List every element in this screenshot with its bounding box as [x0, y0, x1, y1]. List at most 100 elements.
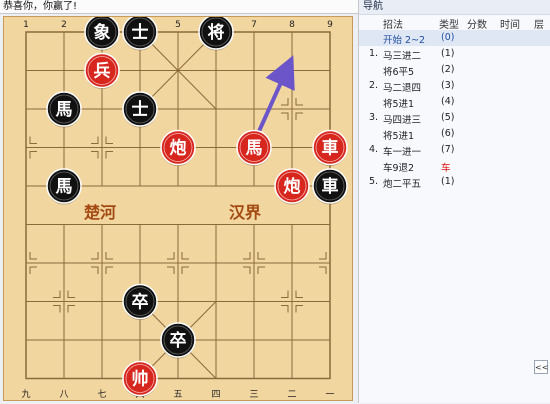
piece-label: 帅 [132, 369, 149, 390]
position-marker [105, 151, 113, 159]
position-marker [319, 266, 327, 274]
piece-black-horse-left[interactable]: 馬 [46, 91, 82, 128]
position-marker [91, 151, 99, 159]
position-marker [91, 252, 99, 260]
move-type: (1) [441, 48, 455, 59]
file-label-top: 8 [289, 20, 295, 30]
move-type: (5) [441, 112, 455, 123]
file-label-top: 1 [23, 20, 29, 30]
move-number: 4. [369, 144, 379, 155]
piece-label: 炮 [170, 138, 187, 159]
position-marker [181, 252, 189, 260]
position-marker [105, 136, 113, 144]
file-label-bottom: 一 [325, 390, 334, 400]
header-layer[interactable]: 层 [534, 16, 544, 31]
move-row[interactable]: 开始 2~2 (0) [359, 30, 550, 46]
header-type[interactable]: 类型 [439, 16, 459, 31]
move-row[interactable]: 车9退2 车 [359, 158, 550, 174]
piece-red-king[interactable]: 帅 [122, 360, 158, 398]
file-label-bottom: 八 [59, 390, 68, 400]
move-row[interactable]: 1. 马三进二 (1) [359, 46, 550, 62]
move-row[interactable]: 3. 马四进三 (5) [359, 110, 550, 126]
move-type: (0) [441, 32, 455, 43]
move-type: (3) [441, 80, 455, 91]
file-label-top: 2 [61, 20, 67, 30]
move-number: 5. [369, 176, 379, 187]
move-notation: 将6平5 [383, 67, 415, 78]
position-marker [67, 290, 75, 298]
position-marker [295, 112, 303, 120]
position-marker [295, 305, 303, 313]
file-label-bottom: 四 [211, 390, 220, 400]
file-label-bottom: 七 [97, 389, 106, 400]
navigation-panel: 导航 招法 类型 分数 时间 层 开始 2~2 (0) 1. 马三进二 (1) 将6平5 (… [358, 0, 550, 403]
scroll-back-button[interactable]: << [534, 360, 548, 374]
position-marker [257, 252, 265, 260]
position-marker [281, 98, 289, 106]
piece-label: 象 [94, 22, 111, 43]
piece-black-chariot[interactable]: 車 [312, 168, 348, 205]
file-label-bottom: 三 [249, 390, 258, 400]
position-marker [295, 98, 303, 106]
move-type: (4) [441, 96, 455, 107]
position-marker [29, 266, 37, 274]
piece-label: 将 [208, 22, 225, 43]
position-marker [91, 136, 99, 144]
piece-red-soldier[interactable]: 兵 [84, 52, 120, 90]
navigation-title: 导航 [359, 0, 550, 15]
piece-label: 卒 [170, 330, 187, 351]
move-type: 车 [441, 163, 451, 174]
piece-label: 車 [322, 176, 339, 197]
header-time[interactable]: 时间 [500, 16, 520, 31]
move-notation: 马二退四 [383, 83, 422, 94]
position-marker [281, 305, 289, 313]
move-notation: 车9退2 [383, 163, 415, 174]
move-notation: 马四进三 [383, 115, 422, 126]
piece-label: 車 [322, 138, 339, 159]
position-marker [281, 112, 289, 120]
move-notation: 将5进1 [383, 131, 415, 142]
piece-black-general[interactable]: 将 [198, 14, 234, 51]
piece-label: 馬 [56, 100, 73, 120]
move-row[interactable]: 将5进1 (6) [359, 126, 550, 142]
piece-black-elephant[interactable]: 象 [84, 14, 120, 51]
move-type: (6) [441, 128, 455, 139]
piece-red-cannon-center[interactable]: 炮 [160, 129, 196, 167]
piece-black-advisor-top[interactable]: 士 [122, 14, 158, 51]
move-row[interactable]: 5. 炮二平五 (1) [359, 174, 550, 190]
move-row[interactable]: 将5进1 (4) [359, 94, 550, 110]
move-arrow [256, 55, 295, 135]
move-row[interactable]: 2. 马二退四 (3) [359, 78, 550, 94]
move-number: 1. [369, 48, 379, 59]
piece-red-cannon-right[interactable]: 炮 [274, 168, 310, 205]
board-area: 123456789九八七六五四三二一 楚河 汉界 象士将兵馬士炮馬車馬炮車卒卒帅 [0, 14, 358, 403]
piece-black-advisor-mid[interactable]: 士 [122, 91, 158, 128]
move-notation: 马三进二 [383, 51, 422, 62]
piece-black-pawn-1[interactable]: 卒 [122, 283, 158, 321]
piece-label: 兵 [94, 61, 111, 82]
move-notation: 车一进一 [383, 147, 422, 158]
piece-red-chariot[interactable]: 車 [312, 129, 348, 167]
move-list-header: 招法 类型 分数 时间 层 [359, 16, 550, 31]
position-marker [167, 252, 175, 260]
piece-black-horse-lower[interactable]: 馬 [46, 168, 82, 205]
header-score[interactable]: 分数 [467, 16, 487, 31]
position-marker [243, 252, 251, 260]
position-marker [319, 252, 327, 260]
move-row[interactable]: 将6平5 (2) [359, 62, 550, 78]
file-label-bottom: 二 [287, 390, 296, 400]
piece-black-pawn-2[interactable]: 卒 [160, 322, 196, 359]
piece-red-horse[interactable]: 馬 [236, 129, 272, 167]
file-label-top: 5 [175, 20, 181, 30]
header-move[interactable]: 招法 [383, 16, 403, 31]
move-row[interactable]: 4. 车一进一 (7) [359, 142, 550, 158]
board-canvas: 123456789九八七六五四三二一 楚河 汉界 象士将兵馬士炮馬車馬炮車卒卒帅 [21, 14, 348, 400]
position-marker [105, 266, 113, 274]
move-type: (2) [441, 64, 455, 75]
move-type: (7) [441, 144, 455, 155]
position-marker [181, 266, 189, 274]
position-marker [29, 151, 37, 159]
piece-label: 卒 [132, 292, 149, 313]
file-label-top: 7 [251, 20, 257, 30]
piece-label: 馬 [56, 177, 73, 197]
